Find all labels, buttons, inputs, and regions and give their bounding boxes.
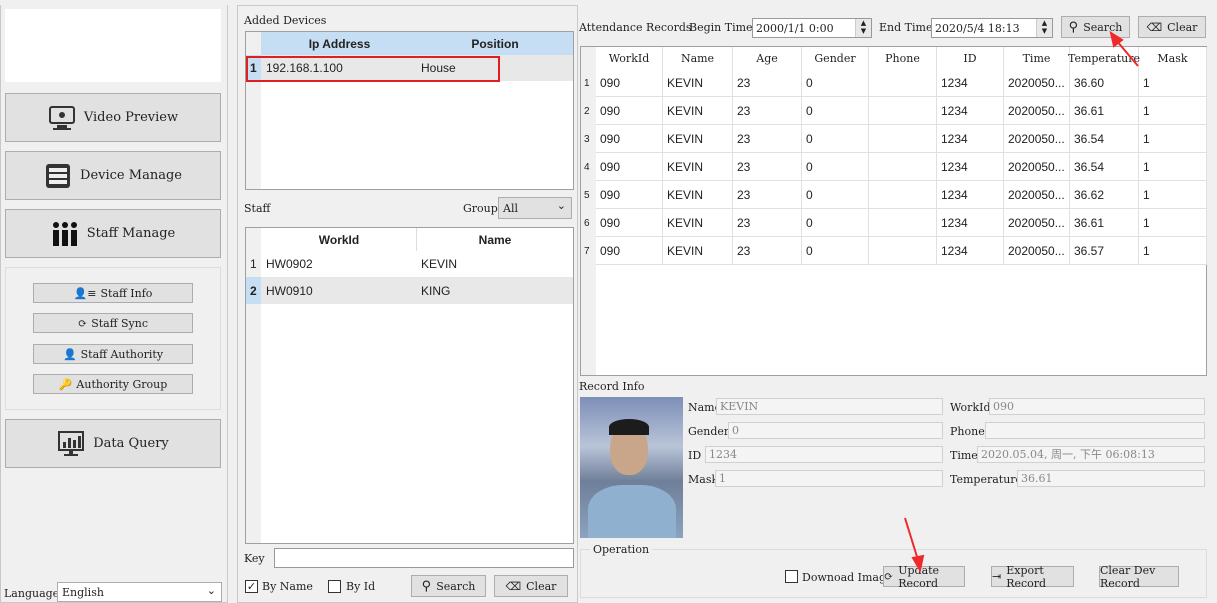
arrow-to-update-record [904,517,925,573]
arrow-to-search [1109,30,1139,67]
annotation-arrows [904,30,1139,573]
